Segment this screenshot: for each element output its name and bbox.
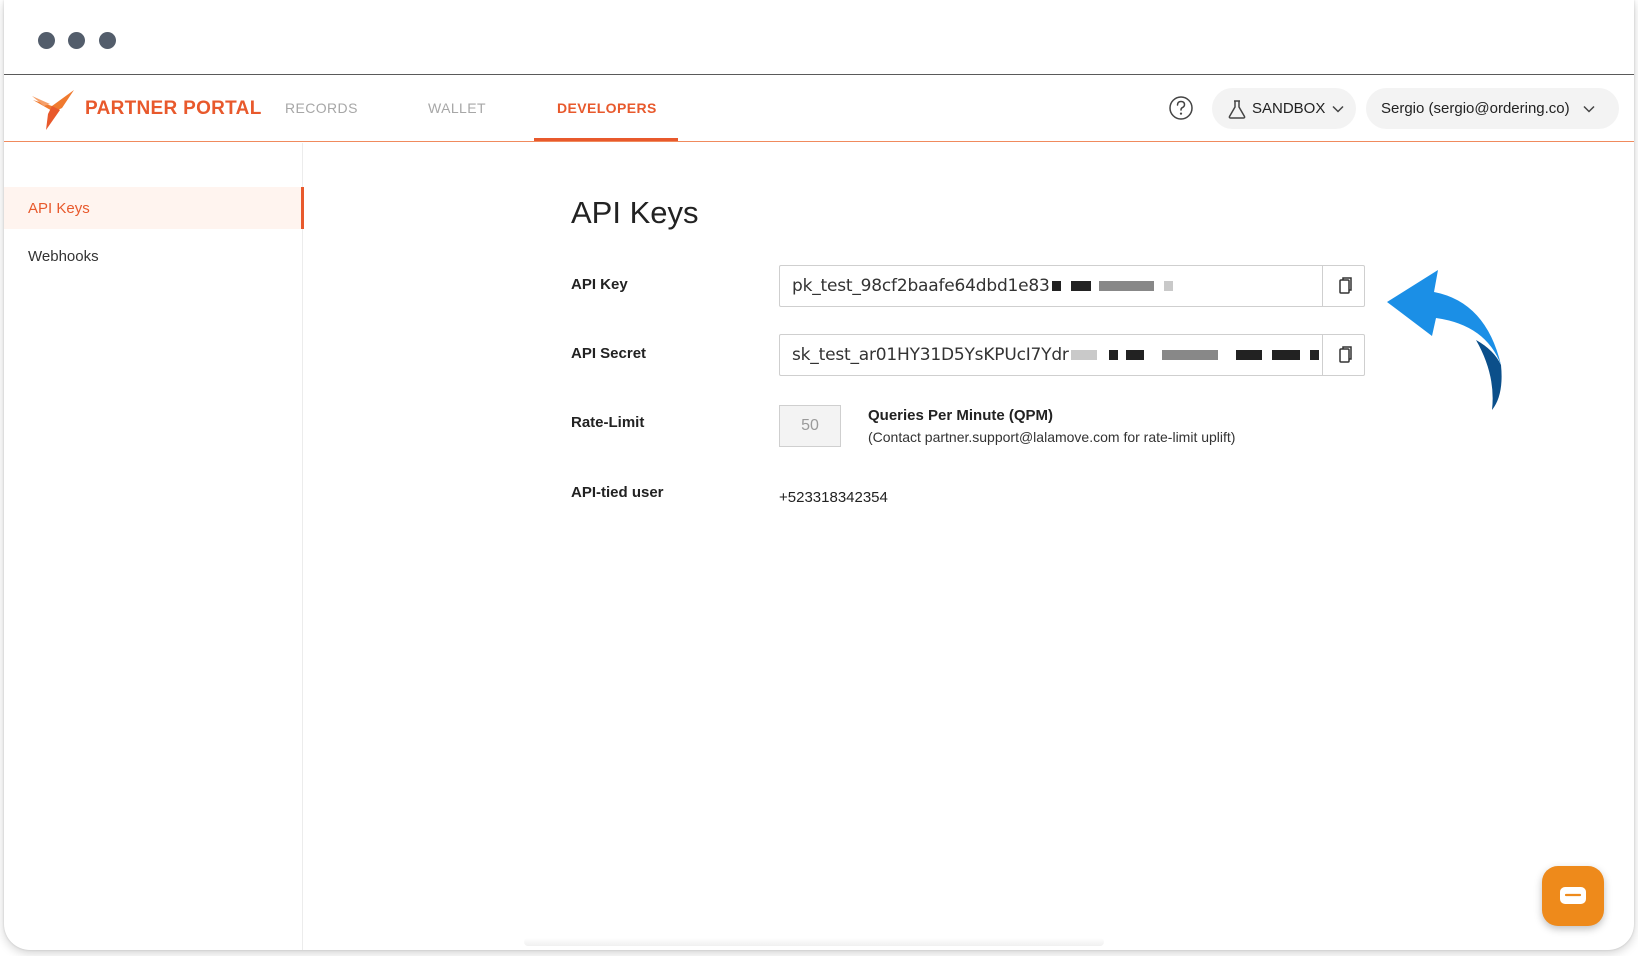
sidebar-item-label: Webhooks <box>28 247 99 265</box>
rate-limit-label: Rate-Limit <box>571 414 645 431</box>
top-navbar: PARTNER PORTAL RECORDS WALLET DEVELOPERS… <box>4 76 1634 142</box>
redaction-mark <box>1070 350 1097 360</box>
redaction-mark <box>1161 350 1218 360</box>
api-key-label: API Key <box>571 276 628 293</box>
tab-developers[interactable]: DEVELOPERS <box>557 100 657 116</box>
chevron-down-icon <box>1332 105 1344 113</box>
api-tied-user-value: +523318342354 <box>779 489 888 506</box>
sidebar-item-api-keys[interactable]: API Keys <box>4 187 304 229</box>
copy-icon <box>1338 277 1352 294</box>
api-key-field: pk_test_98cf2baafe64dbd1e83 <box>779 265 1365 307</box>
rate-limit-value: 50 <box>779 405 841 447</box>
chat-icon <box>1560 887 1586 904</box>
sidebar-item-webhooks[interactable]: Webhooks <box>4 235 303 277</box>
redaction-mark <box>1309 350 1319 360</box>
copy-api-key-button[interactable] <box>1322 266 1364 306</box>
tab-records[interactable]: RECORDS <box>285 100 358 116</box>
brand-name[interactable]: PARTNER PORTAL <box>85 98 262 120</box>
sidebar-active-indicator <box>301 187 304 229</box>
environment-dropdown[interactable]: SANDBOX <box>1212 88 1356 129</box>
redaction-mark <box>1235 350 1262 360</box>
flask-icon <box>1228 99 1246 119</box>
redaction-mark <box>1271 350 1300 360</box>
window-close-dot[interactable] <box>38 32 55 49</box>
user-account-dropdown[interactable]: Sergio (sergio@ordering.co) <box>1366 88 1619 129</box>
redaction-mark <box>1108 350 1118 360</box>
sidebar-item-label: API Keys <box>28 199 90 217</box>
chat-button[interactable] <box>1542 866 1604 926</box>
active-tab-indicator <box>534 138 678 141</box>
rate-limit-unit: Queries Per Minute (QPM) <box>868 407 1054 424</box>
window-minimize-dot[interactable] <box>68 32 85 49</box>
user-label: Sergio (sergio@ordering.co) <box>1381 100 1570 117</box>
redaction-mark <box>1051 281 1061 291</box>
redaction-mark <box>1163 281 1173 291</box>
help-icon[interactable] <box>1168 95 1194 121</box>
api-key-text: pk_test_98cf2baafe64dbd1e83 <box>792 276 1050 296</box>
api-secret-label: API Secret <box>571 345 647 362</box>
copy-icon <box>1338 346 1352 363</box>
chevron-down-icon <box>1583 105 1595 113</box>
scroll-shadow <box>524 938 1104 946</box>
window-maximize-dot[interactable] <box>99 32 116 49</box>
curved-arrow-icon <box>1387 270 1502 410</box>
redaction-mark <box>1098 281 1154 291</box>
environment-label: SANDBOX <box>1252 100 1326 117</box>
api-tied-user-label: API-tied user <box>571 484 664 501</box>
tab-wallet[interactable]: WALLET <box>428 100 486 116</box>
app-window: PARTNER PORTAL RECORDS WALLET DEVELOPERS… <box>4 0 1634 950</box>
api-secret-value[interactable]: sk_test_ar01HY31D5YsKPUcI7Ydr <box>780 335 1322 375</box>
copy-api-secret-button[interactable] <box>1322 335 1364 375</box>
api-key-value[interactable]: pk_test_98cf2baafe64dbd1e83 <box>780 266 1322 306</box>
api-secret-field: sk_test_ar01HY31D5YsKPUcI7Ydr <box>779 334 1365 376</box>
page-title: API Keys <box>571 195 699 230</box>
redaction-mark <box>1070 281 1091 291</box>
hummingbird-logo-icon[interactable] <box>30 86 80 132</box>
redaction-mark <box>1125 350 1144 360</box>
rate-limit-note: (Contact partner.support@lalamove.com fo… <box>868 429 1236 445</box>
api-secret-text: sk_test_ar01HY31D5YsKPUcI7Ydr <box>792 345 1069 365</box>
window-titlebar <box>4 0 1634 75</box>
sidebar: API Keys Webhooks <box>4 143 304 950</box>
